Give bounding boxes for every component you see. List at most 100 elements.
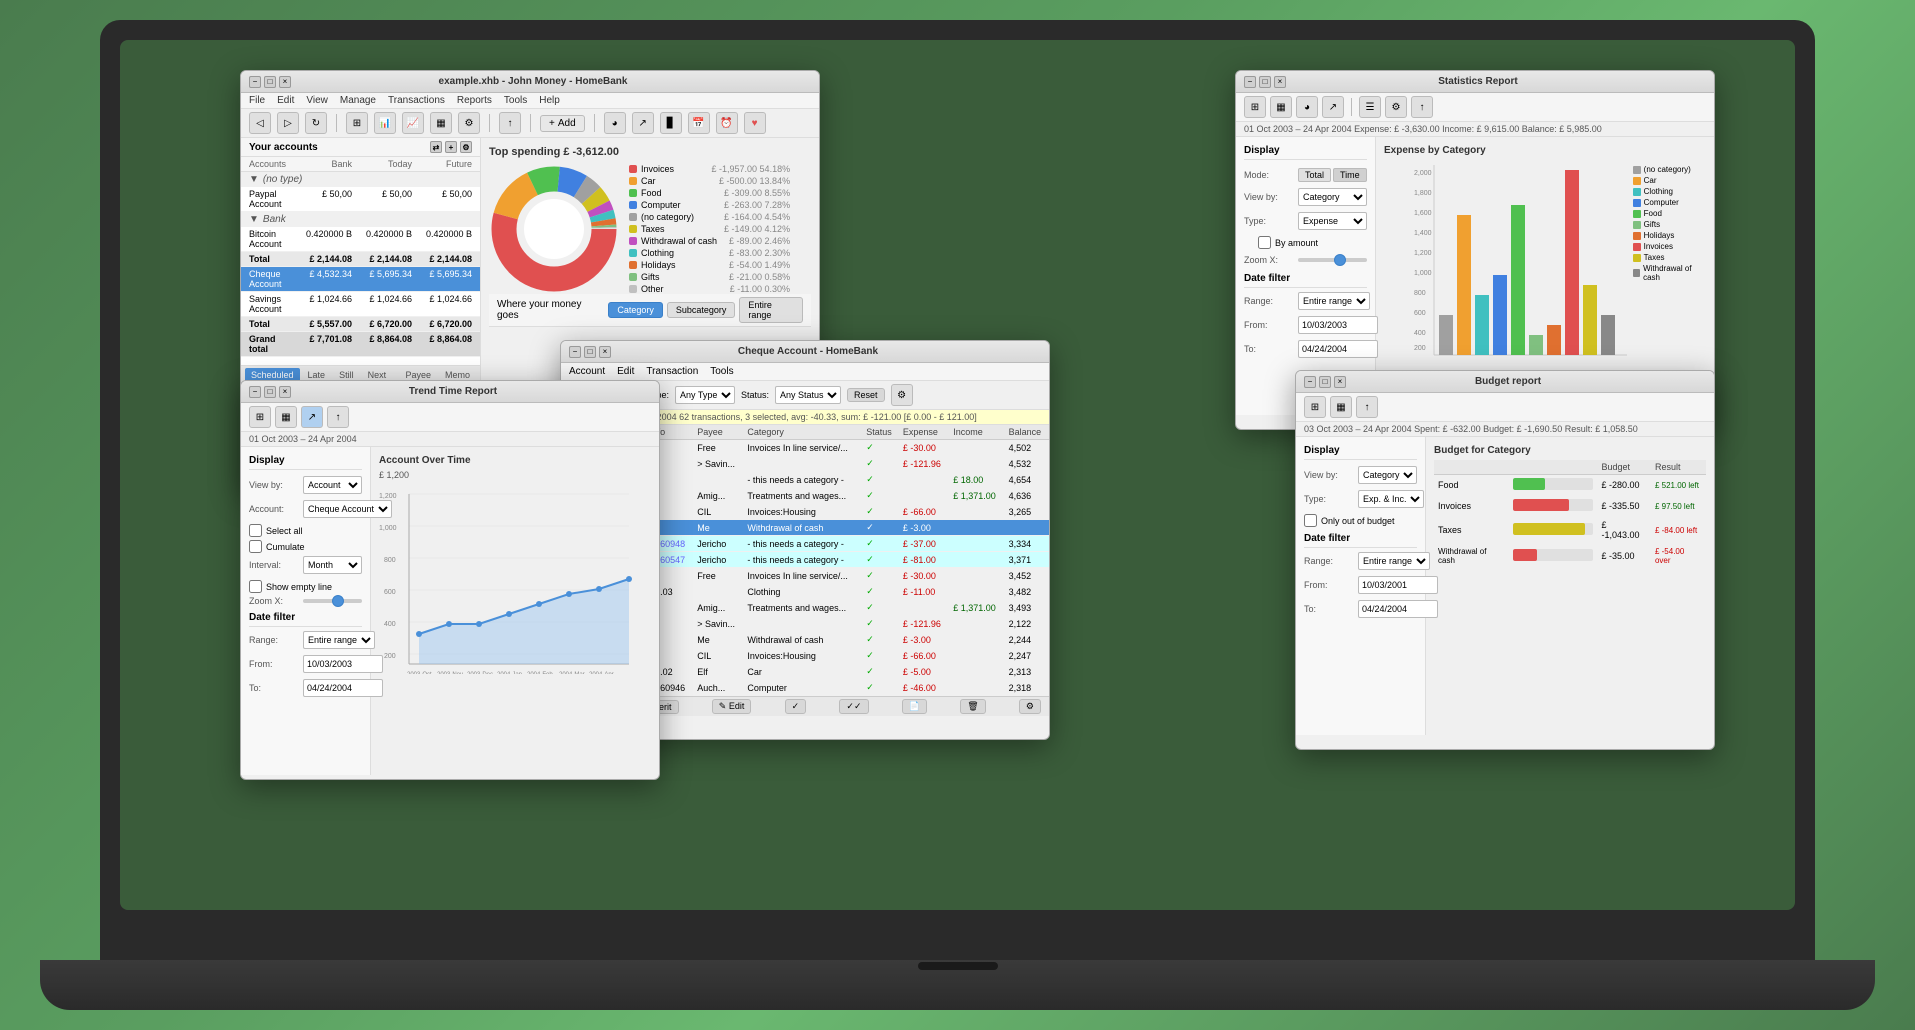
trend-export-btn[interactable]: ↑	[327, 406, 349, 428]
menu-manage[interactable]: Manage	[340, 95, 376, 106]
trend-maximize[interactable]: □	[264, 386, 276, 398]
line-chart-button[interactable]: ↗	[632, 112, 654, 134]
paypal-account-row[interactable]: Paypal Account £ 50,00 £ 50,00 £ 50,00	[241, 187, 480, 212]
from-input[interactable]	[1298, 316, 1378, 334]
cheque-status-select[interactable]: Any Status	[775, 386, 841, 404]
budget-minimize[interactable]: −	[1304, 376, 1316, 388]
cheque-double-check-button[interactable]: ✓✓	[839, 699, 868, 714]
zoom-slider-thumb[interactable]	[1334, 254, 1346, 266]
cheque-maximize[interactable]: □	[584, 346, 596, 358]
budget-view-select[interactable]: Category	[1358, 466, 1417, 484]
trend-minimize[interactable]: −	[249, 386, 261, 398]
type-select[interactable]: Expense	[1298, 212, 1367, 230]
budget-range-select[interactable]: Entire range	[1358, 552, 1430, 570]
subcategory-tab[interactable]: Subcategory	[667, 302, 736, 318]
savings-account-row[interactable]: Savings Account £ 1,024.66 £ 1,024.66 £ …	[241, 292, 480, 317]
menu-file[interactable]: File	[249, 95, 265, 106]
stats-button[interactable]: 📊	[374, 112, 396, 134]
stats-maximize[interactable]: □	[1259, 76, 1271, 88]
cheque-minimize[interactable]: −	[569, 346, 581, 358]
heart-button[interactable]: ♥	[744, 112, 766, 134]
cheque-reset-button[interactable]: Reset	[847, 388, 885, 402]
trend-bar-btn[interactable]: ▦	[275, 406, 297, 428]
cheque-menu-edit[interactable]: Edit	[617, 366, 634, 377]
range-select[interactable]: Entire range	[1298, 292, 1370, 310]
bar-chart-button[interactable]: ▊	[660, 112, 682, 134]
menu-reports[interactable]: Reports	[457, 95, 492, 106]
cheque-controls[interactable]: − □ ×	[569, 346, 611, 358]
budget-controls[interactable]: − □ ×	[1304, 376, 1346, 388]
scheduled-button[interactable]: ⏰	[716, 112, 738, 134]
trend-line-btn[interactable]: ↗	[301, 406, 323, 428]
stats-close[interactable]: ×	[1274, 76, 1286, 88]
trend-close[interactable]: ×	[279, 386, 291, 398]
entire-range-tab[interactable]: Entire range	[739, 297, 803, 323]
pie-chart-button[interactable]: ◕	[604, 112, 626, 134]
maximize-button[interactable]: □	[264, 76, 276, 88]
menu-transactions[interactable]: Transactions	[388, 95, 445, 106]
chart-button[interactable]: 📈	[402, 112, 424, 134]
back-button[interactable]: ◁	[249, 112, 271, 134]
stats-pie-btn[interactable]: ◕	[1296, 96, 1318, 118]
cumulate-checkbox[interactable]	[249, 540, 262, 553]
stats-table-btn[interactable]: ⊞	[1244, 96, 1266, 118]
accounts-button[interactable]: ⊞	[346, 112, 368, 134]
only-out-checkbox[interactable]	[1304, 514, 1317, 527]
category-tab[interactable]: Category	[608, 302, 663, 318]
import-button[interactable]: ↑	[499, 112, 521, 134]
menu-view[interactable]: View	[306, 95, 328, 106]
stats-filter-btn[interactable]: ⚙	[1385, 96, 1407, 118]
cheque-delete-button[interactable]: 🗑	[960, 699, 985, 714]
trend-view-select[interactable]: Account	[303, 476, 362, 494]
by-amount-checkbox[interactable]	[1258, 236, 1271, 249]
bar-button[interactable]: ▦	[430, 112, 452, 134]
refresh-button[interactable]: ↻	[305, 112, 327, 134]
budget-bar-btn[interactable]: ▦	[1330, 396, 1352, 418]
cheque-copy-button[interactable]: 📄	[902, 699, 927, 714]
accounts-filter-button[interactable]: ⇄	[430, 141, 442, 153]
interval-select[interactable]: Month	[303, 556, 362, 574]
budget-close[interactable]: ×	[1334, 376, 1346, 388]
close-button[interactable]: ×	[279, 76, 291, 88]
cheque-check-button[interactable]: ✓	[785, 699, 807, 714]
select-all-checkbox[interactable]	[249, 524, 262, 537]
cheque-menu-transaction[interactable]: Transaction	[646, 366, 698, 377]
menu-help[interactable]: Help	[539, 95, 560, 106]
trend-range-select[interactable]: Entire range	[303, 631, 375, 649]
stats-minimize[interactable]: −	[1244, 76, 1256, 88]
view-select[interactable]: Category	[1298, 188, 1367, 206]
cheque-edit-button[interactable]: ✎ Edit	[712, 699, 752, 714]
budget-export-btn[interactable]: ↑	[1356, 396, 1378, 418]
budget-table-btn[interactable]: ⊞	[1304, 396, 1326, 418]
budget-type-select[interactable]: Exp. & Inc.	[1358, 490, 1424, 508]
menu-edit[interactable]: Edit	[277, 95, 294, 106]
cheque-account-row[interactable]: Cheque Account £ 4,532.34 £ 5,695.34 £ 5…	[241, 267, 480, 292]
trend-zoom-track[interactable]	[303, 599, 362, 603]
stats-list-btn[interactable]: ☰	[1359, 96, 1381, 118]
stats-bar-btn[interactable]: ▦	[1270, 96, 1292, 118]
cheque-filter-btn[interactable]: ⚙	[891, 384, 913, 406]
cheque-menu-account[interactable]: Account	[569, 366, 605, 377]
settings-button[interactable]: ⚙	[458, 112, 480, 134]
cheque-menu-tools[interactable]: Tools	[710, 366, 733, 377]
zoom-slider-track[interactable]	[1298, 258, 1367, 262]
stats-window-controls[interactable]: − □ ×	[1244, 76, 1286, 88]
cheque-close[interactable]: ×	[599, 346, 611, 358]
trend-table-btn[interactable]: ⊞	[249, 406, 271, 428]
minimize-button[interactable]: −	[249, 76, 261, 88]
accounts-settings-button[interactable]: ⚙	[460, 141, 472, 153]
show-empty-checkbox[interactable]	[249, 580, 262, 593]
total-button[interactable]: Total	[1298, 168, 1331, 182]
trend-zoom-thumb[interactable]	[332, 595, 344, 607]
stats-line-btn[interactable]: ↗	[1322, 96, 1344, 118]
forward-button[interactable]: ▷	[277, 112, 299, 134]
accounts-add-button[interactable]: +	[445, 141, 457, 153]
calendar-button[interactable]: 📅	[688, 112, 710, 134]
budget-maximize[interactable]: □	[1319, 376, 1331, 388]
menu-tools[interactable]: Tools	[504, 95, 527, 106]
to-input[interactable]	[1298, 340, 1378, 358]
cheque-settings-button[interactable]: ⚙	[1019, 699, 1041, 714]
trend-controls[interactable]: − □ ×	[249, 386, 291, 398]
add-button[interactable]: + Add	[540, 115, 585, 132]
time-button[interactable]: Time	[1333, 168, 1367, 182]
